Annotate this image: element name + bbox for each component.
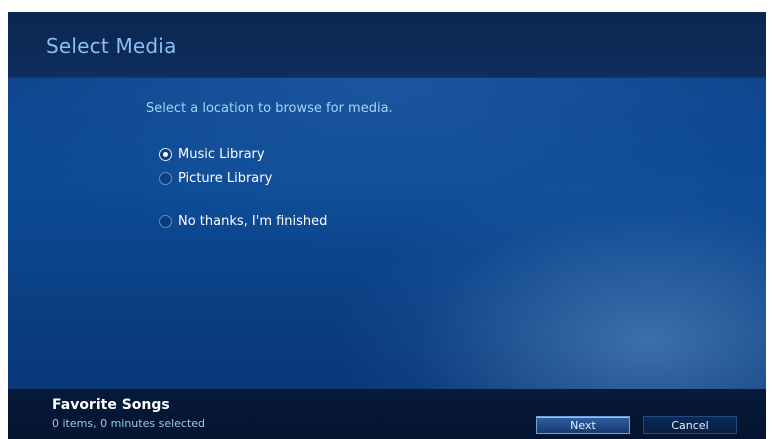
option-picture-library[interactable]: Picture Library	[159, 168, 272, 188]
picture-library-label: Picture Library	[178, 170, 273, 186]
footer-bar: Favorite Songs 0 items, 0 minutes select…	[8, 389, 766, 439]
option-no-thanks[interactable]: No thanks, I'm finished	[159, 211, 327, 231]
selection-status: 0 items, 0 minutes selected	[52, 417, 206, 430]
instruction-text: Select a location to browse for media.	[146, 101, 393, 116]
next-button[interactable]: Next	[536, 416, 630, 434]
page-title: Select Media	[46, 34, 177, 58]
no-thanks-label: No thanks, I'm finished	[178, 213, 328, 229]
music-library-radio[interactable]	[159, 147, 172, 161]
header-bar: Select Media	[8, 12, 766, 78]
picture-library-radio[interactable]	[159, 171, 172, 185]
music-library-label: Music Library	[178, 146, 265, 162]
no-thanks-radio[interactable]	[159, 214, 172, 228]
option-music-library[interactable]: Music Library	[159, 144, 265, 164]
playlist-title: Favorite Songs	[52, 397, 170, 413]
cancel-button[interactable]: Cancel	[643, 416, 737, 434]
media-center-window: Select Media Select a location to browse…	[8, 12, 766, 439]
